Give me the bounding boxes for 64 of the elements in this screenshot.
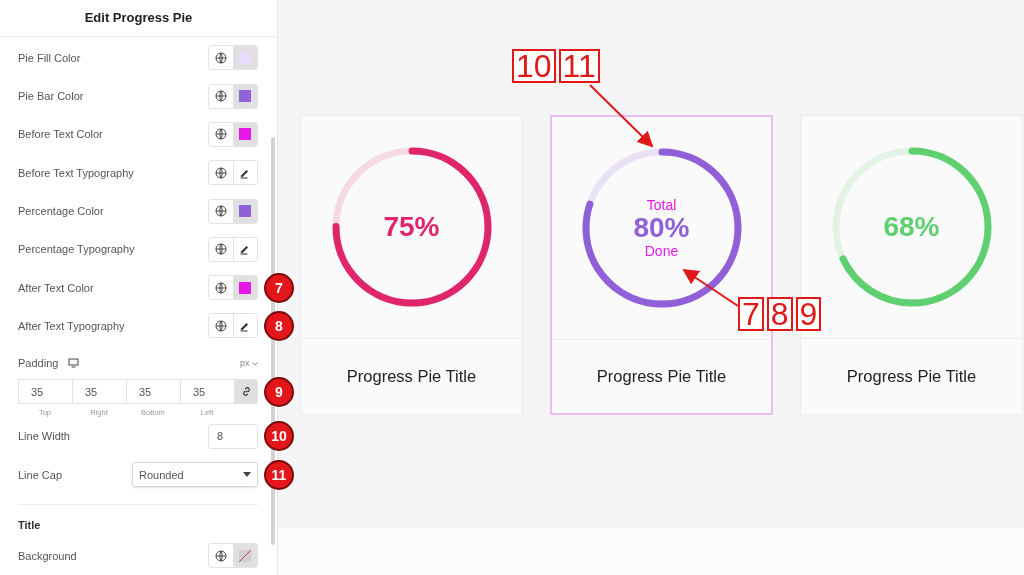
no-color-icon xyxy=(239,549,252,562)
globe-icon xyxy=(215,243,227,256)
arrow xyxy=(589,84,654,148)
callout-number: 7 xyxy=(738,297,764,331)
control-label: After Text Color xyxy=(18,281,94,294)
chevron-icon xyxy=(252,362,258,367)
step-badge: 10 xyxy=(264,421,294,452)
control-label: Pie Bar Color xyxy=(18,90,84,103)
step-badge: 11 xyxy=(264,459,294,490)
step-badge: 8 xyxy=(264,310,294,341)
edit-button[interactable] xyxy=(233,237,257,261)
caret-icon xyxy=(243,472,251,478)
section-title: Title xyxy=(18,518,42,533)
step-badge: 9 xyxy=(264,377,294,408)
globe-icon xyxy=(215,166,227,179)
percentage-text: 75% xyxy=(383,211,440,243)
callout-number: 8 xyxy=(766,297,793,331)
control-label: Padding xyxy=(18,357,59,370)
line-cap-select[interactable]: Rounded xyxy=(132,462,258,488)
card-title: Progress Pie Title xyxy=(346,367,477,386)
color-swatch-button[interactable] xyxy=(233,46,257,70)
percentage-text: 80% xyxy=(633,212,690,244)
edit-button[interactable] xyxy=(233,161,257,185)
color-swatch-button[interactable] xyxy=(233,544,257,568)
desktop-icon xyxy=(68,358,80,369)
step-badge: 7 xyxy=(264,272,294,303)
control-label: Percentage Color xyxy=(18,205,104,218)
number-input[interactable]: 8 xyxy=(208,423,258,449)
panel-title: Edit Progress Pie xyxy=(84,10,193,26)
card-title: Progress Pie Title xyxy=(596,367,727,386)
padding-input[interactable]: 35 xyxy=(18,379,72,405)
control-label: Before Text Color xyxy=(18,128,103,141)
globe-icon xyxy=(215,128,227,141)
control-label: Before Text Typography xyxy=(18,166,134,179)
control-label: After Text Typography xyxy=(18,319,125,332)
percentage-text: 68% xyxy=(883,211,940,243)
globe-icon xyxy=(215,205,227,218)
globe-icon xyxy=(215,281,227,294)
card-title: Progress Pie Title xyxy=(846,367,977,386)
control-label: Line Width xyxy=(18,430,70,443)
globe-icon xyxy=(215,90,227,103)
control-label: Percentage Typography xyxy=(18,243,135,256)
arrow xyxy=(682,268,739,307)
color-swatch-button[interactable] xyxy=(233,276,257,300)
globe-icon xyxy=(215,319,227,332)
after-text: Done xyxy=(644,243,679,260)
unit-select[interactable]: px xyxy=(239,358,258,369)
callout-number: 10 xyxy=(512,49,556,83)
padding-input[interactable]: 35 xyxy=(72,379,126,405)
globe-icon xyxy=(215,51,227,64)
link-button[interactable] xyxy=(234,379,258,405)
edit-button[interactable] xyxy=(233,314,257,338)
before-text: Total xyxy=(646,196,677,213)
callout-number: 9 xyxy=(795,297,822,331)
color-swatch-button[interactable] xyxy=(233,122,257,146)
link-icon xyxy=(240,386,252,398)
callout-number: 11 xyxy=(558,49,600,83)
globe-icon xyxy=(215,549,227,562)
color-swatch-button[interactable] xyxy=(233,84,257,108)
control-label: Pie Fill Color xyxy=(18,51,81,64)
color-swatch-button[interactable] xyxy=(233,199,257,223)
control-label: Line Cap xyxy=(18,468,63,481)
padding-input[interactable]: 35 xyxy=(126,379,180,405)
control-label: Background xyxy=(18,549,77,562)
